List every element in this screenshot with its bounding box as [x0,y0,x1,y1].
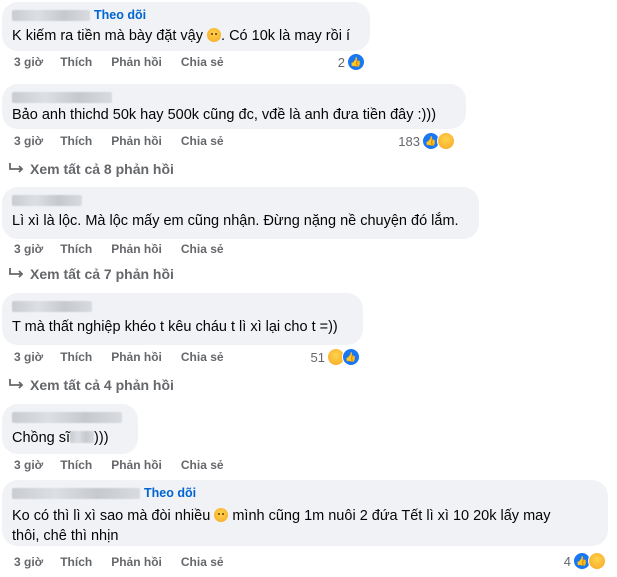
reply-arrow-icon [9,163,24,173]
reply-arrow-icon [9,268,24,278]
reaction-count: 51 [310,349,325,365]
comment-author[interactable] [12,409,128,425]
reaction-summary[interactable]: 4 👍 [550,552,606,570]
reply-button[interactable]: Phản hồi [111,458,162,472]
share-button[interactable]: Chia sẻ [181,350,224,364]
wow-icon [588,552,606,570]
share-button[interactable]: Chia sẻ [181,55,224,69]
reaction-count: 4 [563,553,571,569]
comment-text: K kiếm ra tiền mà bày đặt vậy . Có 10k l… [12,28,350,44]
comment-time[interactable]: 3 giờ [14,55,43,69]
comment-author[interactable] [12,89,456,105]
comment-time[interactable]: 3 giờ [14,350,43,364]
like-button[interactable]: Thích [60,458,92,472]
view-all-replies-label: Xem tất cả 8 phản hồi [30,161,174,177]
comment-bubble: Theo dõi K kiếm ra tiền mà bày đặt vậy .… [2,2,370,51]
reply-button[interactable]: Phản hồi [111,242,162,256]
comment-author[interactable] [12,298,353,314]
comment-text: Chồng sĩ))) [12,430,109,446]
comment-time[interactable]: 3 giờ [14,458,43,472]
like-button[interactable]: Thích [60,55,92,69]
reaction-summary[interactable]: 51 👍 [300,348,360,366]
share-button[interactable]: Chia sẻ [181,458,224,472]
blurred-author-name [12,300,92,312]
view-all-replies-label: Xem tất cả 4 phản hồi [30,377,174,393]
view-all-replies[interactable]: Xem tất cả 8 phản hồi [8,160,174,178]
blurred-author-name [12,9,90,21]
haha-icon [437,132,455,150]
reply-button[interactable]: Phản hồi [111,350,162,364]
comment-author[interactable] [12,192,469,208]
comment-time[interactable]: 3 giờ [14,555,43,569]
reaction-summary[interactable]: 183 👍 [380,132,455,150]
comment-text: T mà thất nghiệp khéo t kêu cháu t lì xì… [12,319,338,335]
comment-actions: 3 giờ Thích Phản hồi Chia sẻ [14,554,243,570]
comment-author[interactable]: Theo dõi [12,485,598,501]
comment-author[interactable]: Theo dõi [12,7,360,23]
blurred-text [70,431,95,443]
reaction-count: 183 [398,133,420,149]
comment-bubble: Theo dõi Ko có thì lì xì sao mà đòi nhiề… [2,480,608,546]
share-button[interactable]: Chia sẻ [181,242,224,256]
comment-actions: 3 giờ Thích Phản hồi Chia sẻ [14,54,243,70]
reply-button[interactable]: Phản hồi [111,134,162,148]
comment-bubble: Chồng sĩ))) [2,404,138,454]
comment-time[interactable]: 3 giờ [14,242,43,256]
comment-actions: 3 giờ Thích Phản hồi Chia sẻ [14,241,243,257]
follow-link[interactable]: Theo dõi [94,8,146,22]
comment-actions: 3 giờ Thích Phản hồi Chia sẻ [14,349,243,365]
follow-link[interactable]: Theo dõi [144,486,196,500]
comment-bubble: Lì xì là lộc. Mà lộc mấy em cũng nhận. Đ… [2,187,479,239]
like-button[interactable]: Thích [60,242,92,256]
blurred-author-name [12,194,82,206]
comment-text: Bảo anh thichd 50k hay 500k cũng đc, vđề… [12,107,437,123]
reply-button[interactable]: Phản hồi [111,555,162,569]
comment-bubble: Bảo anh thichd 50k hay 500k cũng đc, vđề… [2,84,466,129]
reply-button[interactable]: Phản hồi [111,55,162,69]
view-all-replies-label: Xem tất cả 7 phản hồi [30,266,174,282]
share-button[interactable]: Chia sẻ [181,555,224,569]
slight-smile-emoji-icon [207,28,222,42]
view-all-replies[interactable]: Xem tất cả 4 phản hồi [8,376,174,394]
comment-bubble: T mà thất nghiệp khéo t kêu cháu t lì xì… [2,293,363,345]
reaction-summary[interactable]: 2 👍 [320,53,365,71]
blurred-author-name [12,91,112,103]
like-icon: 👍 [347,53,365,71]
like-button[interactable]: Thích [60,555,92,569]
comment-text: Ko có thì lì xì sao mà đòi nhiều mình cũ… [12,508,551,544]
comment-actions: 3 giờ Thích Phản hồi Chia sẻ [14,133,243,149]
share-button[interactable]: Chia sẻ [181,134,224,148]
like-button[interactable]: Thích [60,350,92,364]
comment-time[interactable]: 3 giờ [14,134,43,148]
slight-smile-emoji-icon [214,508,229,522]
reaction-count: 2 [337,54,345,70]
comment-actions: 3 giờ Thích Phản hồi Chia sẻ [14,457,243,473]
reply-arrow-icon [9,379,24,389]
comment-text: Lì xì là lộc. Mà lộc mấy em cũng nhận. Đ… [12,213,459,229]
blurred-author-name [12,487,140,499]
like-button[interactable]: Thích [60,134,92,148]
like-icon: 👍 [342,348,360,366]
blurred-author-name [12,411,122,423]
view-all-replies[interactable]: Xem tất cả 7 phản hồi [8,265,174,283]
